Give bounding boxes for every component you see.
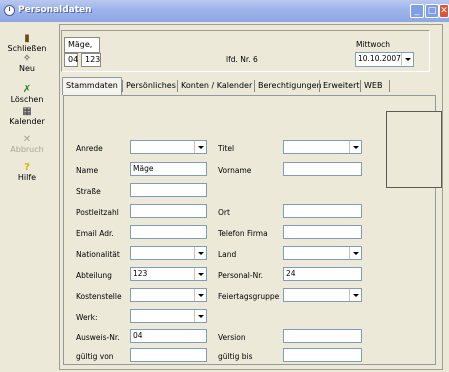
telefon-label: Telefon Firma	[218, 229, 268, 238]
calendar-icon: ▦	[22, 106, 32, 117]
maximize-button[interactable]: □	[425, 4, 439, 18]
calendar-label: Kalender	[9, 117, 45, 126]
gueltig-bis-label: gültig bis	[218, 352, 253, 361]
name-field[interactable]: Mäge	[130, 162, 207, 176]
tab-persoenliches[interactable]: Persönliches	[126, 78, 176, 94]
chevron-down-icon[interactable]	[349, 247, 361, 259]
new-document-icon: ✧	[22, 53, 32, 64]
chevron-down-icon[interactable]	[349, 141, 361, 153]
tab-divider	[177, 80, 178, 92]
help-label: Hilfe	[17, 173, 37, 182]
land-label: Land	[218, 250, 237, 259]
tab-konten-kalender[interactable]: Konten / Kalender	[181, 78, 252, 94]
title-bar: Personaldaten _ □ ✕	[0, 0, 449, 22]
close-form-label: Schließen	[7, 44, 47, 53]
new-label: Neu	[19, 64, 35, 73]
name-label: Name	[76, 166, 99, 175]
employee-number-display: 04	[64, 53, 78, 67]
anrede-label: Anrede	[76, 144, 103, 153]
plz-label: Postleitzahl	[76, 208, 119, 217]
titel-select[interactable]	[283, 140, 362, 154]
ort-label: Ort	[218, 208, 230, 217]
email-label: Email Adr.	[76, 229, 114, 238]
tab-berechtigungen[interactable]: Berechtigungen	[258, 78, 322, 94]
telefon-field[interactable]	[283, 225, 362, 239]
delete-icon: ✗	[22, 84, 32, 95]
door-exit-icon: ▮	[24, 33, 30, 44]
gueltig-von-label: gültig von	[76, 352, 114, 361]
strasse-label: Straße	[76, 187, 101, 196]
anrede-select[interactable]	[130, 140, 207, 154]
weekday-label: Mittwoch	[356, 40, 391, 49]
gueltig-von-field[interactable]	[130, 348, 207, 362]
gueltig-bis-field[interactable]	[283, 348, 362, 362]
werk-select[interactable]	[130, 309, 207, 323]
employee-name-display: Mäge,	[64, 37, 100, 53]
chevron-down-icon[interactable]	[401, 53, 413, 65]
cancel-button[interactable]: ✕ Abbruch	[0, 134, 54, 154]
nationalitaet-label: Nationalität	[76, 250, 120, 259]
abteilung-select[interactable]: 123	[130, 267, 207, 281]
help-icon: ?	[24, 162, 30, 173]
ausweis-field[interactable]: 04	[130, 329, 207, 343]
personalnr-field[interactable]: 24	[283, 267, 362, 281]
tab-divider	[319, 80, 320, 92]
titel-label: Titel	[218, 144, 235, 153]
window-title: Personaldaten	[18, 5, 92, 15]
chevron-down-icon[interactable]	[349, 289, 361, 301]
vorname-field[interactable]	[283, 162, 362, 176]
delete-label: Löschen	[10, 95, 44, 104]
email-field[interactable]	[130, 225, 207, 239]
tab-stammdaten[interactable]: Stammdaten	[62, 77, 122, 95]
feiertagsgruppe-label: Feiertagsgruppe	[218, 292, 280, 301]
tab-divider	[389, 80, 390, 92]
version-field[interactable]	[283, 329, 362, 343]
chevron-down-icon[interactable]	[194, 310, 206, 322]
chevron-down-icon[interactable]	[194, 289, 206, 301]
tab-divider	[254, 80, 255, 92]
employee-code-display: 123	[81, 53, 101, 67]
land-select[interactable]	[283, 246, 362, 260]
chevron-down-icon[interactable]	[194, 247, 206, 259]
chevron-down-icon[interactable]	[194, 141, 206, 153]
feiertagsgruppe-select[interactable]	[283, 288, 362, 302]
date-value: 10.10.2007	[358, 54, 401, 63]
date-picker[interactable]: 10.10.2007	[355, 52, 414, 67]
new-button[interactable]: ✧ Neu	[0, 53, 54, 73]
kostenstelle-select[interactable]	[130, 288, 207, 302]
photo-frame[interactable]	[386, 111, 442, 188]
abteilung-label: Abteilung	[76, 271, 112, 280]
app-clock-icon	[4, 5, 15, 16]
cancel-label: Abbruch	[10, 145, 44, 154]
chevron-down-icon[interactable]	[194, 268, 206, 280]
close-form-button[interactable]: ▮ Schließen	[0, 33, 54, 53]
sidebar: ▮ Schließen ✧ Neu ✗ Löschen ▦ Kalender ✕…	[0, 22, 54, 372]
nationalitaet-select[interactable]	[130, 246, 207, 260]
close-button[interactable]: ✕	[439, 4, 449, 18]
plz-field[interactable]	[130, 204, 207, 218]
werk-label: Werk:	[76, 313, 98, 322]
lfd-nr-label: lfd. Nr. 6	[226, 55, 258, 64]
tab-divider	[122, 80, 123, 92]
vorname-label: Vorname	[218, 166, 252, 175]
kostenstelle-label: Kostenstelle	[76, 292, 122, 301]
personalnr-label: Personal-Nr.	[218, 271, 263, 280]
tab-divider	[360, 80, 361, 92]
delete-button[interactable]: ✗ Löschen	[0, 84, 54, 104]
minimize-button[interactable]: _	[410, 4, 424, 18]
version-label: Version	[218, 333, 246, 342]
strasse-field[interactable]	[130, 183, 207, 197]
ausweis-label: Ausweis-Nr.	[76, 333, 120, 342]
abteilung-value: 123	[133, 269, 148, 278]
ort-field[interactable]	[283, 204, 362, 218]
tab-erweitert[interactable]: Erweitert	[323, 78, 360, 94]
tab-web[interactable]: WEB	[364, 78, 382, 94]
help-button[interactable]: ? Hilfe	[0, 162, 54, 182]
cancel-icon: ✕	[22, 134, 32, 145]
calendar-button[interactable]: ▦ Kalender	[0, 106, 54, 126]
